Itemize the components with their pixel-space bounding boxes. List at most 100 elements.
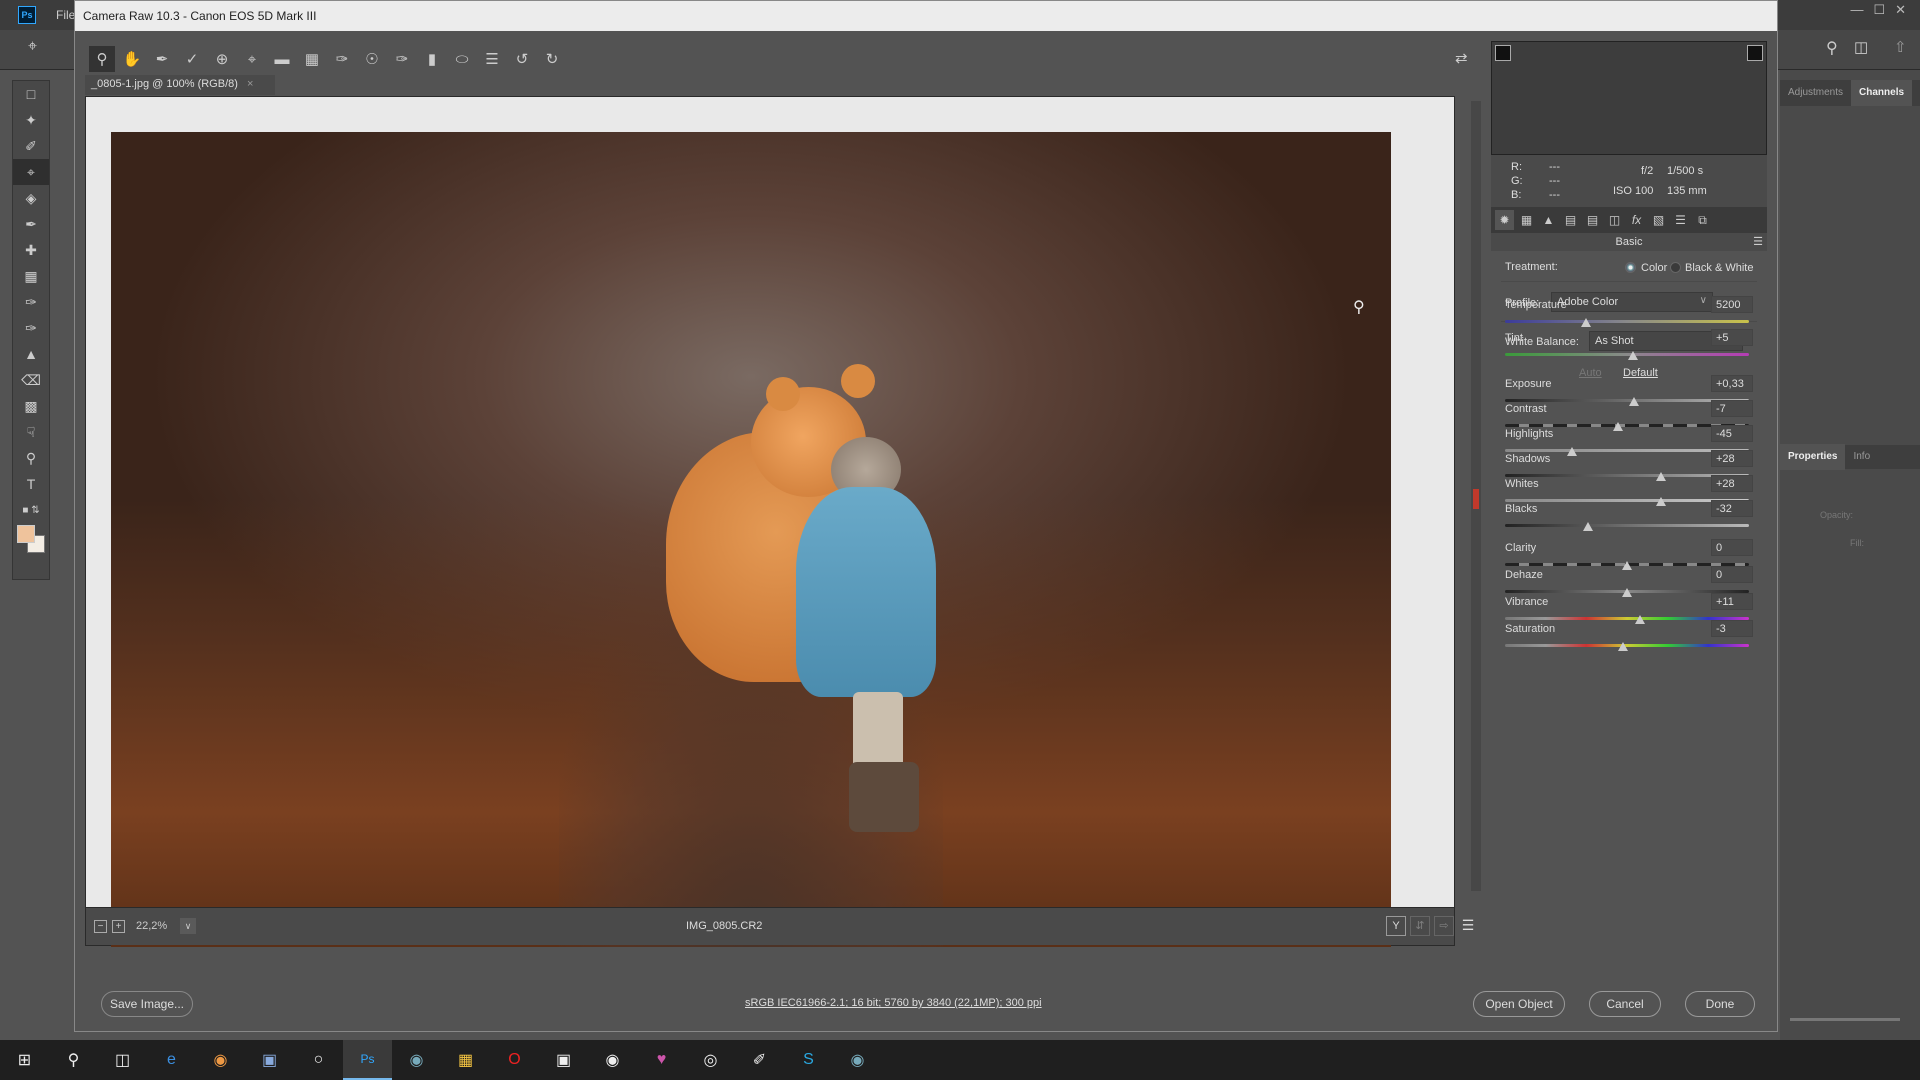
chrome-icon[interactable]: ◉ [196, 1040, 245, 1080]
menu-file[interactable]: File [56, 8, 75, 22]
camera-app-icon[interactable]: ◉ [392, 1040, 441, 1080]
targeted-adjustment-tool[interactable]: ⊕ [209, 46, 235, 72]
maximize-button[interactable]: ☐ [1873, 2, 1885, 18]
treatment-bw-radio[interactable] [1670, 262, 1681, 273]
photo-preview[interactable]: ⚲ [111, 132, 1391, 947]
smudge-tool[interactable]: ☟ [13, 419, 49, 445]
obs-icon[interactable]: ◉ [588, 1040, 637, 1080]
split-toning-tab-icon[interactable]: ▤ [1583, 210, 1602, 230]
stamp-tool[interactable]: ▲ [13, 341, 49, 367]
word-app-icon[interactable]: ○ [294, 1040, 343, 1080]
snapshots-tab-icon[interactable]: ⧉ [1693, 210, 1712, 230]
slider-value-input[interactable]: +11 [1711, 593, 1753, 610]
swap-before-after-icon[interactable]: ⇵ [1410, 916, 1430, 936]
rotate-left-icon[interactable]: ↺ [509, 46, 535, 72]
open-object-button[interactable]: Open Object [1473, 991, 1565, 1017]
file-explorer-icon[interactable]: ▦ [441, 1040, 490, 1080]
preferences-icon[interactable]: ☰ [479, 46, 505, 72]
photos-app-icon[interactable]: ▣ [245, 1040, 294, 1080]
history-brush-tool[interactable]: ✑ [13, 315, 49, 341]
hsl-tab-icon[interactable]: ▤ [1561, 210, 1580, 230]
zoom-in-button[interactable]: + [112, 920, 125, 933]
quick-select-tool[interactable]: ✐ [13, 133, 49, 159]
maps-pin-icon[interactable]: ♥ [637, 1040, 686, 1080]
slider-thumb[interactable] [1582, 522, 1593, 531]
type-tool[interactable]: T [13, 471, 49, 497]
zoom-level[interactable]: 22,2% [136, 920, 176, 932]
marquee-tool[interactable]: □ [13, 81, 49, 107]
straighten-tool[interactable]: ▬ [269, 46, 295, 72]
calibration-tab-icon[interactable]: ▧ [1649, 210, 1668, 230]
copy-settings-icon[interactable]: ⇨ [1434, 916, 1454, 936]
workflow-options-link[interactable]: sRGB IEC61966-2.1; 16 bit; 5760 by 3840 … [745, 997, 1042, 1009]
tone-curve-tab-icon[interactable]: ▦ [1517, 210, 1536, 230]
opera-icon[interactable]: O [490, 1040, 539, 1080]
share-icon[interactable]: ⇧ [1894, 38, 1907, 56]
close-button[interactable]: ✕ [1895, 2, 1906, 18]
document-tab[interactable]: _0805-1.jpg @ 100% (RGB/8) × [85, 75, 275, 95]
detail-tab-icon[interactable]: ▲ [1539, 210, 1558, 230]
shadow-clipping-toggle[interactable] [1495, 45, 1511, 61]
tab-properties[interactable]: Properties [1780, 444, 1846, 470]
tab-channels[interactable]: Channels [1851, 80, 1913, 106]
slider-value-input[interactable]: -45 [1711, 425, 1753, 442]
task-view-icon[interactable]: ◫ [98, 1040, 147, 1080]
ps-zoom-slider[interactable] [1790, 1018, 1900, 1021]
tab-adjustments[interactable]: Adjustments [1780, 80, 1851, 106]
basic-tab-icon[interactable]: ✹ [1495, 210, 1514, 230]
slider-value-input[interactable]: 5200 [1711, 296, 1753, 313]
fullscreen-toggle-icon[interactable]: ⇄ [1455, 49, 1468, 67]
slider-thumb[interactable] [1628, 351, 1639, 360]
paint-app-icon[interactable]: ✐ [735, 1040, 784, 1080]
slider-value-input[interactable]: +0,33 [1711, 375, 1753, 392]
before-after-icon[interactable]: Y [1386, 916, 1406, 936]
slider-value-input[interactable]: 0 [1711, 539, 1753, 556]
crop-tool-preset-icon[interactable]: ⌖ [28, 38, 37, 56]
slider-thumb[interactable] [1618, 642, 1629, 651]
lens-corrections-tab-icon[interactable]: ◫ [1605, 210, 1624, 230]
cancel-button[interactable]: Cancel [1589, 991, 1661, 1017]
swap-colors-icon[interactable]: ■ ⇅ [13, 497, 49, 523]
camera-app-2-icon[interactable]: ◉ [833, 1040, 882, 1080]
crop-tool[interactable]: ⌖ [13, 159, 49, 185]
crop-tool[interactable]: ⌖ [239, 46, 265, 72]
slider-track[interactable] [1505, 524, 1749, 527]
slider-value-input[interactable]: +5 [1711, 329, 1753, 346]
red-eye-tool[interactable]: ☉ [359, 46, 385, 72]
slider-track[interactable] [1505, 320, 1749, 323]
done-button[interactable]: Done [1685, 991, 1755, 1017]
radial-filter-tool[interactable]: ⬭ [449, 46, 475, 72]
toggle-settings-icon[interactable]: ☰ [1458, 916, 1478, 936]
close-tab-icon[interactable]: × [247, 78, 253, 90]
search-icon[interactable]: ⚲ [1826, 38, 1838, 58]
circle-app-icon[interactable]: ◎ [686, 1040, 735, 1080]
preview-scrollbar[interactable] [1471, 101, 1481, 891]
eraser-tool[interactable]: ⌫ [13, 367, 49, 393]
photoshop-taskbar-icon[interactable]: Ps [343, 1040, 392, 1080]
slider-value-input[interactable]: -32 [1711, 500, 1753, 517]
slider-value-input[interactable]: -7 [1711, 400, 1753, 417]
hand-tool[interactable]: ✋ [119, 46, 145, 72]
slider-track[interactable] [1505, 353, 1749, 356]
slider-value-input[interactable]: 0 [1711, 566, 1753, 583]
slider-value-input[interactable]: +28 [1711, 450, 1753, 467]
frame-tool[interactable]: ◈ [13, 185, 49, 211]
slider-value-input[interactable]: -3 [1711, 620, 1753, 637]
start-icon[interactable]: ⊞ [0, 1040, 49, 1080]
patch-tool[interactable]: ▦ [13, 263, 49, 289]
minimize-button[interactable]: — [1850, 2, 1863, 18]
zoom-tool[interactable]: ⚲ [89, 46, 115, 72]
healing-brush-tool[interactable]: ✚ [13, 237, 49, 263]
skype-icon[interactable]: S [784, 1040, 833, 1080]
dodge-tool[interactable]: ⚲ [13, 445, 49, 471]
zoom-dropdown-icon[interactable]: ∨ [180, 918, 196, 934]
gradient-tool[interactable]: ▩ [13, 393, 49, 419]
rotate-right-icon[interactable]: ↻ [539, 46, 565, 72]
color-sampler-tool[interactable]: ✓ [179, 46, 205, 72]
zoom-out-button[interactable]: − [94, 920, 107, 933]
tab-info[interactable]: Info [1845, 444, 1878, 470]
adjustment-brush-tool[interactable]: ✑ [389, 46, 415, 72]
remote-app-icon[interactable]: ▣ [539, 1040, 588, 1080]
presets-tab-icon[interactable]: ☰ [1671, 210, 1690, 230]
highlight-clipping-toggle[interactable] [1747, 45, 1763, 61]
